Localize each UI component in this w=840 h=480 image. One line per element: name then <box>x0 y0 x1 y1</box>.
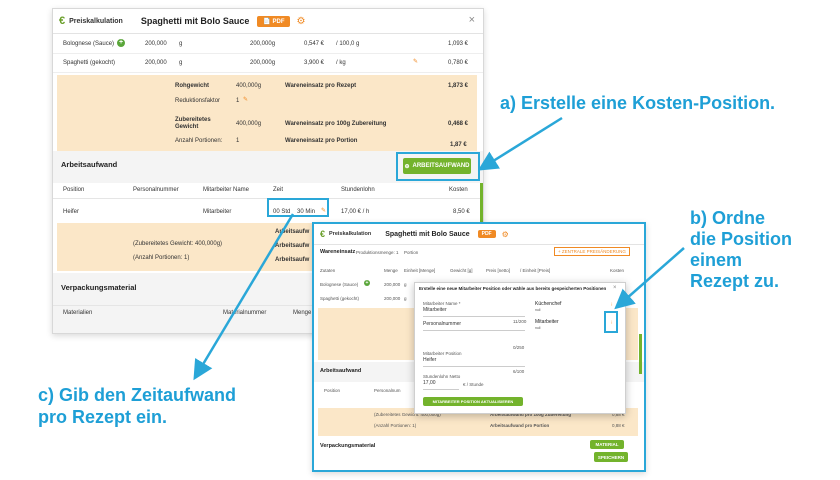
material-button[interactable]: MATERIAL <box>590 440 624 449</box>
arbeitsaufwand-heading: Arbeitsaufwand <box>61 160 118 169</box>
add-icon[interactable]: + <box>364 280 370 286</box>
close-icon[interactable]: × <box>469 14 475 26</box>
speichern-button[interactable]: SPEICHERN <box>594 452 628 462</box>
pencil-icon[interactable]: ✎ <box>413 58 418 65</box>
pencil-icon[interactable]: ✎ <box>243 96 248 103</box>
verpackung-heading: Verpackungsmaterial <box>61 283 137 292</box>
arbeitsaufwand-header: Position Personalnummer Mitarbeiter Name… <box>53 184 483 199</box>
highlight-c <box>267 198 329 217</box>
app-label: Preiskalkulation <box>69 17 123 25</box>
zentrale-preisaenderung-button[interactable]: + ZENTRALE PREISÄNDERUNG <box>554 247 630 256</box>
saved-position[interactable]: Küchenchef <box>535 301 561 307</box>
ingredient-row: Spaghetti (gekocht) 200,000 g 200,000g 3… <box>53 54 483 73</box>
dialog-heading: Erstelle eine neue Mitarbeiter Position … <box>419 286 607 291</box>
mitarbeiter-name-input[interactable]: Mitarbeiter <box>423 307 525 317</box>
saved-position[interactable]: Mitarbeiter <box>535 319 559 325</box>
gear-icon[interactable]: ⚙ <box>296 16 305 27</box>
callout-b: b) Ordne die Position einem Rezept zu. <box>690 208 793 291</box>
gear-icon[interactable]: ⚙ <box>502 230 509 239</box>
pdf-button[interactable]: 📄 PDF <box>257 15 291 27</box>
callout-a: a) Erstelle eine Kosten-Position. <box>500 93 776 113</box>
highlight-a <box>396 152 480 181</box>
mitarbeiter-position-dialog: Erstelle eine neue Mitarbeiter Position … <box>414 282 626 414</box>
mitarbeiter-position-input[interactable]: Heifer <box>423 357 525 367</box>
euro-icon: € <box>320 229 326 239</box>
highlight-b <box>604 311 618 333</box>
recipe-title: Spaghetti mit Bolo Sauce <box>140 16 250 26</box>
window-titlebar: € Preiskalkulation Spaghetti mit Bolo Sa… <box>53 9 483 34</box>
preiskalkulation-window-zoomed: € Preiskalkulation Spaghetti mit Bolo Sa… <box>312 222 646 472</box>
close-icon[interactable]: × <box>613 285 617 291</box>
callout-c: c) Gib den Zeitaufwand pro Rezept ein. <box>38 385 237 427</box>
ingredient-row: Bolognese (Sauce) + 200,000 g 200,000g 0… <box>53 35 483 54</box>
stundenlohn-input[interactable]: 17,00 <box>423 380 459 390</box>
add-icon[interactable]: + <box>117 39 125 47</box>
pdf-button[interactable]: PDF <box>477 230 496 238</box>
assign-icon[interactable]: ⁝ <box>611 302 613 308</box>
arrow-a <box>477 116 563 171</box>
update-position-button[interactable]: MITARBEITER POSITION AKTUALISIEREN <box>423 397 523 406</box>
euro-icon: € <box>59 15 66 27</box>
personalnummer-input[interactable]: Personalnummer <box>423 321 525 331</box>
